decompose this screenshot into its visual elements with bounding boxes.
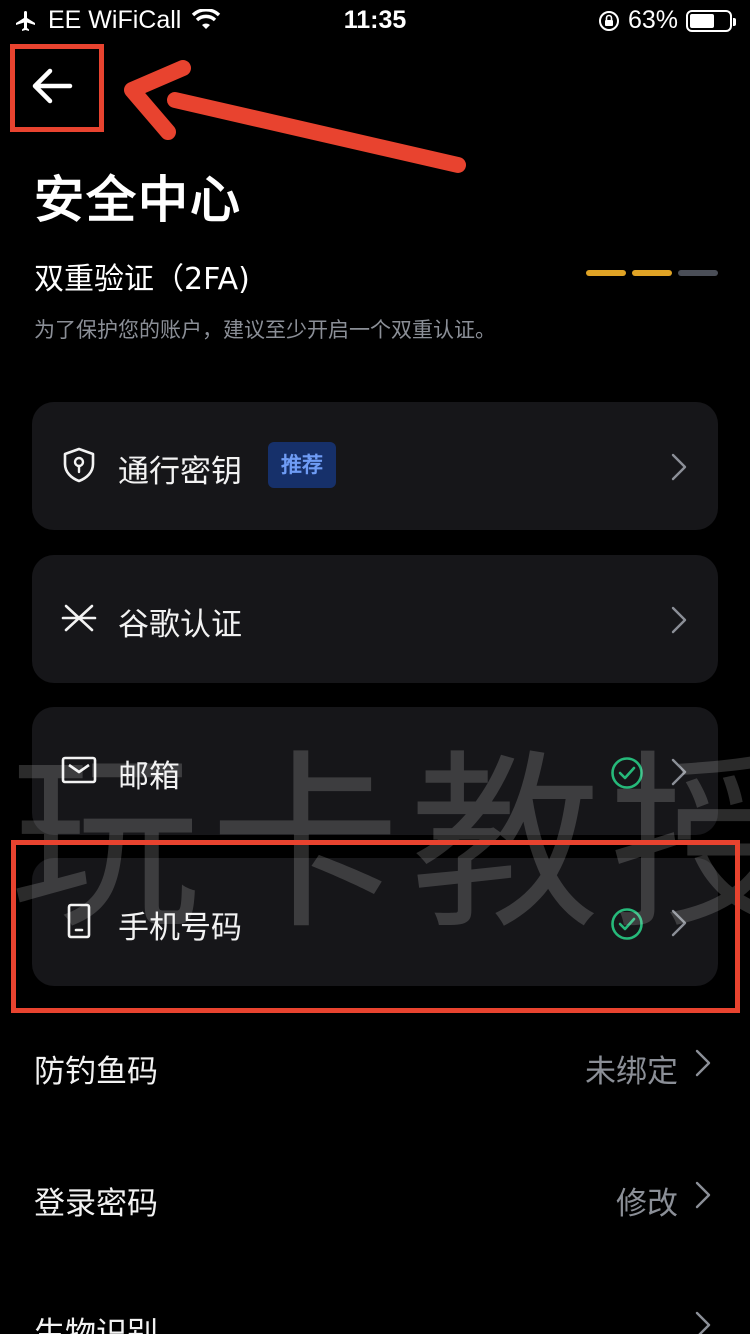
- passkey-label: 通行密钥: [118, 454, 242, 490]
- authenticator-icon: [61, 604, 97, 632]
- annotation-box-phone: [11, 840, 740, 1013]
- chevron-right-icon: [695, 1049, 711, 1077]
- google-auth-label: 谷歌认证: [118, 607, 242, 643]
- biometrics-row[interactable]: 生物识别: [0, 1286, 750, 1334]
- mail-icon: [61, 756, 97, 784]
- biometrics-label: 生物识别: [34, 1316, 158, 1334]
- two-factor-title: 双重验证（2FA): [34, 262, 250, 297]
- anti-phishing-row[interactable]: 防钓鱼码 未绑定: [0, 1024, 750, 1104]
- page-title: 安全中心: [34, 171, 242, 229]
- chevron-right-icon: [671, 606, 687, 634]
- chevron-right-icon: [695, 1311, 711, 1334]
- anti-phishing-label: 防钓鱼码: [34, 1054, 158, 1090]
- anti-phishing-value: 未绑定: [585, 1054, 678, 1090]
- recommended-badge: 推荐: [268, 442, 336, 488]
- verified-check-icon: [611, 757, 643, 789]
- two-factor-description: 为了保护您的账户，建议至少开启一个双重认证。: [34, 318, 496, 342]
- login-password-label: 登录密码: [34, 1186, 158, 1222]
- chevron-right-icon: [671, 758, 687, 786]
- chevron-right-icon: [695, 1181, 711, 1209]
- level-segment: [586, 270, 626, 276]
- email-label: 邮箱: [118, 759, 180, 795]
- passkey-card[interactable]: 通行密钥 推荐: [32, 402, 718, 530]
- security-center-screen: EE WiFiCall 11:35 63% 安全中心 双重验证（2FA) 为了保…: [0, 0, 750, 1334]
- security-level-indicator: [586, 270, 718, 276]
- shield-key-icon: [63, 447, 95, 483]
- chevron-right-icon: [671, 453, 687, 481]
- email-card[interactable]: 邮箱: [32, 707, 718, 835]
- login-password-value: 修改: [616, 1186, 678, 1222]
- login-password-row[interactable]: 登录密码 修改: [0, 1156, 750, 1236]
- level-segment: [632, 270, 672, 276]
- google-auth-card[interactable]: 谷歌认证: [32, 555, 718, 683]
- level-segment: [678, 270, 718, 276]
